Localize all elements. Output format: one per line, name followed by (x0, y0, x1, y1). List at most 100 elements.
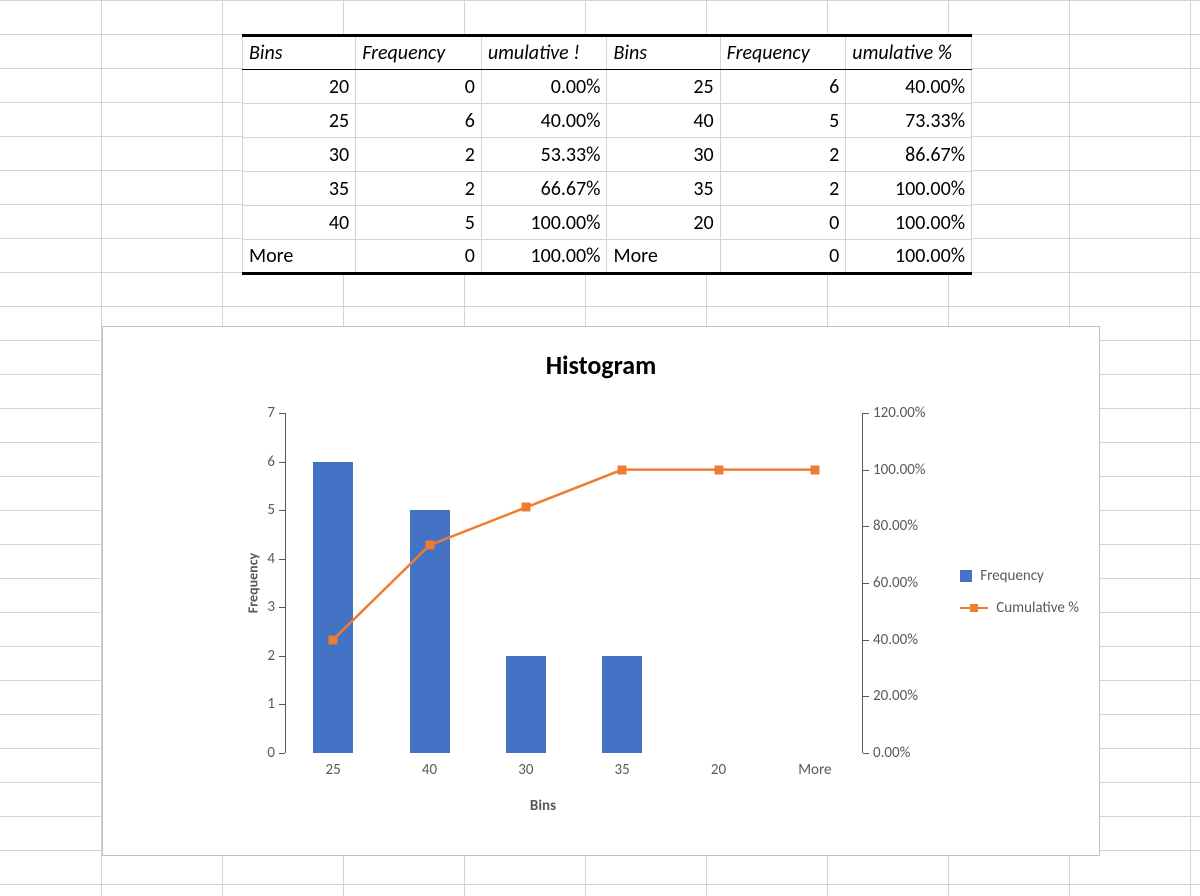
tick-mark (279, 753, 285, 754)
y-axis-right (853, 413, 863, 753)
legend-cumulative: Cumulative % (960, 599, 1079, 617)
y-left-tick: 2 (235, 647, 275, 665)
legend-bar-label: Frequency (980, 567, 1044, 585)
legend: Frequency Cumulative % (960, 567, 1079, 631)
cell[interactable]: 0 (720, 206, 846, 240)
x-axis-label: Bins (223, 797, 863, 815)
y-right-tick: 120.00% (873, 404, 953, 422)
cell[interactable]: 100.00% (846, 172, 972, 206)
tick-mark (279, 510, 285, 511)
line-marker (810, 465, 819, 474)
cell[interactable]: 73.33% (846, 104, 972, 138)
cell[interactable]: 100.00% (846, 206, 972, 240)
cell[interactable]: 2 (356, 172, 482, 206)
cell[interactable]: 0.00% (481, 70, 607, 104)
x-tick-label: More (785, 761, 845, 779)
tick-mark (863, 413, 869, 414)
cell[interactable]: 40 (607, 104, 720, 138)
tick-mark (279, 656, 285, 657)
y-left-tick: 4 (235, 550, 275, 568)
line-marker (521, 503, 530, 512)
cell[interactable]: 25 (243, 104, 356, 138)
cell[interactable]: 20 (243, 70, 356, 104)
cell[interactable]: 2 (356, 138, 482, 172)
histogram-table: Bins Frequency umulative ! Bins Frequenc… (242, 34, 972, 275)
cell[interactable]: 30 (607, 138, 720, 172)
th-freq-a[interactable]: Frequency (356, 36, 482, 70)
cell[interactable]: 5 (356, 206, 482, 240)
y-left-tick: 5 (235, 501, 275, 519)
cell[interactable]: 6 (720, 70, 846, 104)
tick-mark (863, 753, 869, 754)
cell[interactable]: 0 (356, 240, 482, 274)
y-left-tick: 3 (235, 598, 275, 616)
x-tick-label: 25 (303, 761, 363, 779)
cell[interactable]: 35 (243, 172, 356, 206)
cell[interactable]: 2 (720, 172, 846, 206)
line-marker (618, 465, 627, 474)
cell[interactable]: 2 (720, 138, 846, 172)
plot-area: Frequency 01234567 0.00%20.00%40.00%60.0… (223, 413, 863, 753)
cell[interactable]: 35 (607, 172, 720, 206)
cell[interactable]: 66.67% (481, 172, 607, 206)
tick-mark (863, 470, 869, 471)
y-left-tick: 6 (235, 453, 275, 471)
x-tick-label: 20 (689, 761, 749, 779)
y-right-tick: 0.00% (873, 744, 953, 762)
cell[interactable]: 86.67% (846, 138, 972, 172)
content: Bins Frequency umulative ! Bins Frequenc… (0, 0, 1200, 896)
cumulative-line (285, 413, 863, 753)
tick-mark (863, 640, 869, 641)
th-freq-b[interactable]: Frequency (720, 36, 846, 70)
cell[interactable]: More (243, 240, 356, 274)
cell[interactable]: 0 (720, 240, 846, 274)
cell[interactable]: 40.00% (846, 70, 972, 104)
y-axis-left (285, 413, 295, 753)
y-right-tick: 100.00% (873, 461, 953, 479)
line-swatch-icon (960, 607, 988, 609)
th-cum-a[interactable]: umulative ! (481, 36, 607, 70)
legend-line-label: Cumulative % (996, 599, 1079, 617)
x-tick-label: 35 (592, 761, 652, 779)
cell[interactable]: 53.33% (481, 138, 607, 172)
cell[interactable]: 0 (356, 70, 482, 104)
cell[interactable]: 25 (607, 70, 720, 104)
line-marker (425, 541, 434, 550)
th-bins-a[interactable]: Bins (243, 36, 356, 70)
y-right-tick: 60.00% (873, 574, 953, 592)
tick-mark (279, 559, 285, 560)
cell[interactable]: 40 (243, 206, 356, 240)
y-right-tick: 20.00% (873, 687, 953, 705)
bar-swatch-icon (960, 570, 972, 582)
cell[interactable]: 40.00% (481, 104, 607, 138)
cell[interactable]: 100.00% (481, 240, 607, 274)
cell[interactable]: 20 (607, 206, 720, 240)
cell[interactable]: 30 (243, 138, 356, 172)
y-right-tick: 40.00% (873, 631, 953, 649)
tick-mark (279, 462, 285, 463)
tick-mark (279, 413, 285, 414)
tick-mark (279, 607, 285, 608)
y-right-tick: 80.00% (873, 517, 953, 535)
cell[interactable]: 100.00% (846, 240, 972, 274)
bar-35 (602, 656, 642, 753)
chart-title: Histogram (103, 349, 1099, 381)
bar-30 (506, 656, 546, 753)
tick-mark (863, 696, 869, 697)
th-cum-b[interactable]: umulative % (846, 36, 972, 70)
line-marker (329, 635, 338, 644)
cell[interactable]: 6 (356, 104, 482, 138)
tick-mark (863, 526, 869, 527)
cell[interactable]: 100.00% (481, 206, 607, 240)
histogram-chart[interactable]: Histogram Frequency 01234567 0.00%20.00%… (102, 326, 1100, 856)
y-left-tick: 7 (235, 404, 275, 422)
tick-mark (279, 704, 285, 705)
cell[interactable]: 5 (720, 104, 846, 138)
cell[interactable]: More (607, 240, 720, 274)
line-marker (714, 465, 723, 474)
legend-frequency: Frequency (960, 567, 1079, 585)
th-bins-b[interactable]: Bins (607, 36, 720, 70)
bar-25 (313, 462, 353, 753)
x-tick-label: 40 (400, 761, 460, 779)
tick-mark (863, 583, 869, 584)
